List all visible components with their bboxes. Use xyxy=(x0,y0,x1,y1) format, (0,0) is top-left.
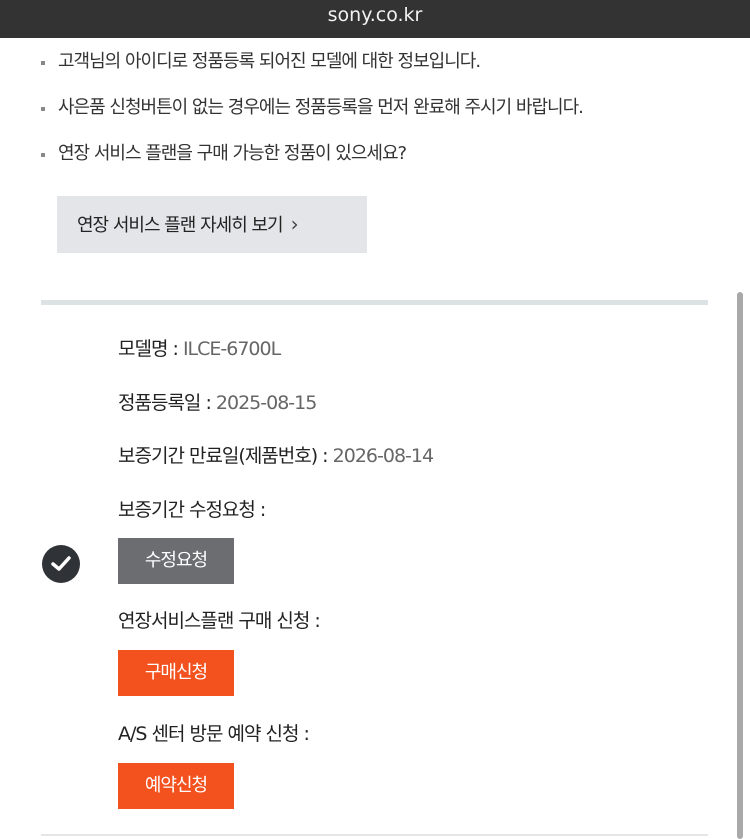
url-text: sony.co.kr xyxy=(327,4,423,26)
model-value: ILCE-6700L xyxy=(182,338,281,360)
modify-request-button[interactable]: 수정요청 xyxy=(118,538,234,584)
extend-plan-label: 연장서비스플랜 구매 신청 : xyxy=(118,610,321,632)
registration-date-row: 정품등록일 : 2025-08-15 xyxy=(118,390,317,416)
model-label: 모델명 : xyxy=(118,338,179,360)
warranty-modify-row: 보증기간 수정요청 : xyxy=(118,497,266,523)
chevron-right-icon: › xyxy=(290,212,299,236)
notice-item: 연장 서비스 플랜을 구매 가능한 정품이 있으세요? xyxy=(40,138,730,184)
check-circle-icon[interactable] xyxy=(42,545,80,583)
registration-date-label: 정품등록일 : xyxy=(118,392,212,414)
notice-list: 고객님의 아이디로 정품등록 되어진 모델에 대한 정보입니다. 사은품 신청버… xyxy=(40,46,730,184)
extended-plan-details-label: 연장 서비스 플랜 자세히 보기 xyxy=(77,215,284,236)
as-reservation-label: A/S 센터 방문 예약 신청 : xyxy=(118,723,310,745)
warranty-expiry-value: 2026-08-14 xyxy=(332,445,434,467)
notice-item: 고객님의 아이디로 정품등록 되어진 모델에 대한 정보입니다. xyxy=(40,46,730,92)
section-divider-bottom xyxy=(41,834,708,836)
section-divider xyxy=(41,300,708,305)
extended-plan-details-button[interactable]: 연장 서비스 플랜 자세히 보기 › xyxy=(57,196,367,253)
notice-item: 사은품 신청버튼이 없는 경우에는 정품등록을 먼저 완료해 주시기 바랍니다. xyxy=(40,92,730,138)
model-row: 모델명 : ILCE-6700L xyxy=(118,336,281,362)
as-reservation-row: A/S 센터 방문 예약 신청 : xyxy=(118,721,310,747)
check-mark-icon xyxy=(51,556,71,571)
purchase-request-button[interactable]: 구매신청 xyxy=(118,650,234,696)
reservation-request-button[interactable]: 예약신청 xyxy=(118,763,234,809)
browser-url-bar[interactable]: sony.co.kr xyxy=(0,0,750,38)
warranty-expiry-label: 보증기간 만료일(제품번호) : xyxy=(118,445,329,467)
warranty-expiry-row: 보증기간 만료일(제품번호) : 2026-08-14 xyxy=(118,443,434,469)
registration-date-value: 2025-08-15 xyxy=(215,392,317,414)
warranty-modify-label: 보증기간 수정요청 : xyxy=(118,499,266,521)
scrollbar[interactable] xyxy=(737,292,743,839)
extend-plan-row: 연장서비스플랜 구매 신청 : xyxy=(118,608,321,634)
